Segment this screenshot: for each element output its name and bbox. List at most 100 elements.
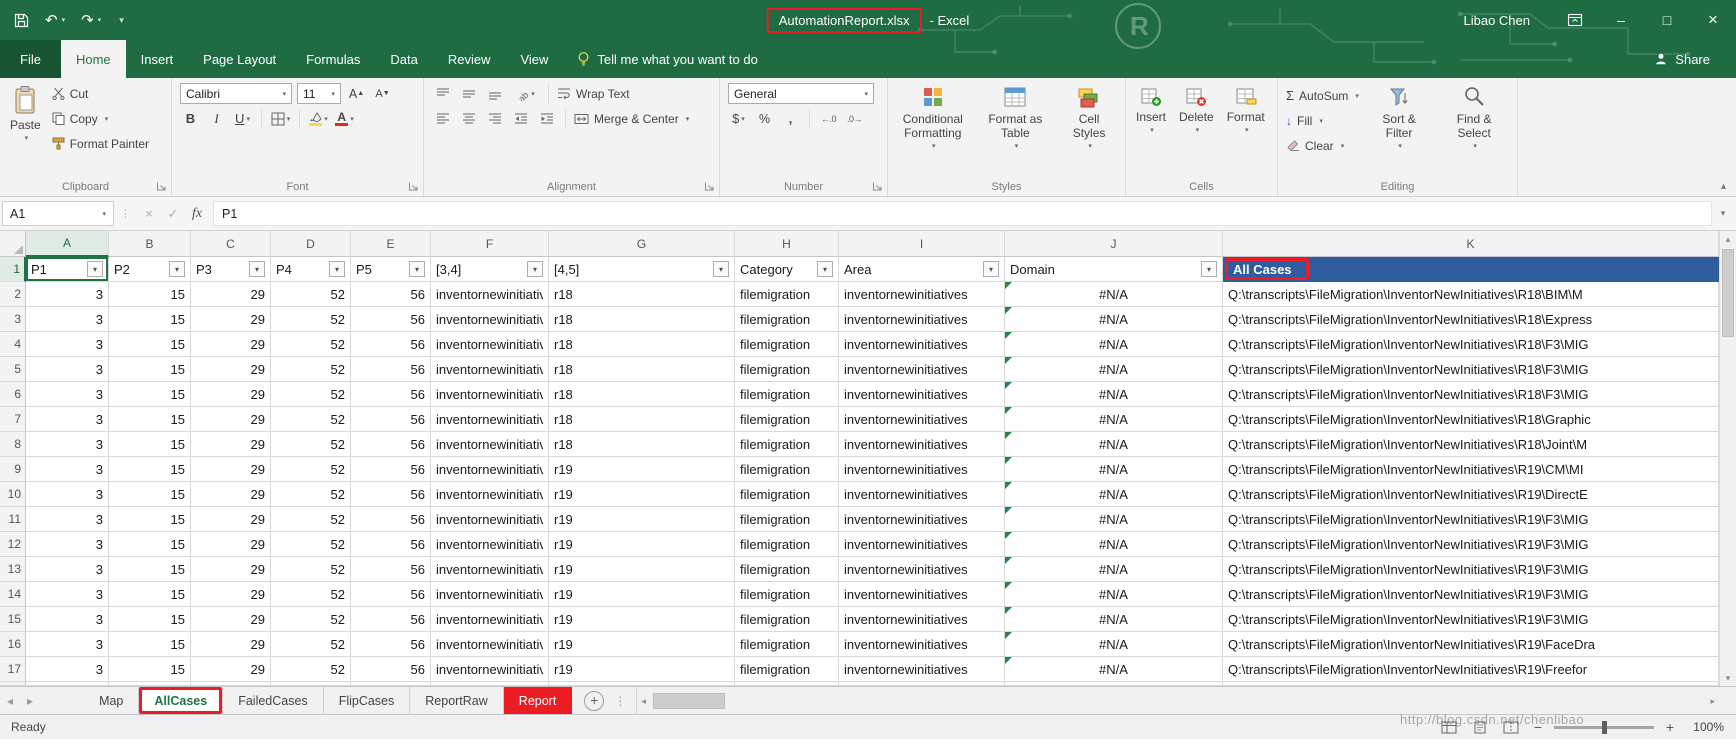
insert-function-icon[interactable]: fx (185, 206, 209, 222)
tab-formulas[interactable]: Formulas (291, 40, 375, 78)
row-header-16[interactable]: 16 (0, 632, 26, 657)
column-header-F[interactable]: F (431, 231, 549, 257)
cell-A7[interactable]: 3 (26, 407, 109, 432)
find-select-button[interactable]: Find & Select▾ (1436, 82, 1512, 154)
vertical-scrollbar[interactable]: ▴ ▾ (1719, 231, 1736, 686)
cell-H14[interactable]: filemigration (735, 582, 839, 607)
cell-F7[interactable]: inventornewinitiatives (431, 407, 549, 432)
cell-A2[interactable]: 3 (26, 282, 109, 307)
cell-E4[interactable]: 56 (351, 332, 431, 357)
row-header-10[interactable]: 10 (0, 482, 26, 507)
conditional-formatting-button[interactable]: Conditional Formatting▾ (893, 82, 973, 154)
cell-I12[interactable]: inventornewinitiatives (839, 532, 1005, 557)
cell-K14[interactable]: Q:\transcripts\FileMigration\InventorNew… (1223, 582, 1719, 607)
cell-C17[interactable]: 29 (191, 657, 271, 682)
tab-file[interactable]: File (0, 40, 61, 78)
cell-D13[interactable]: 52 (271, 557, 351, 582)
bold-button[interactable]: B (180, 109, 201, 129)
scroll-left-icon[interactable]: ◂ (641, 695, 646, 707)
horizontal-scrollbar-track[interactable] (649, 693, 1708, 709)
cell-E12[interactable]: 56 (351, 532, 431, 557)
percent-style-button[interactable]: % (754, 109, 775, 129)
row-header-7[interactable]: 7 (0, 407, 26, 432)
collapse-ribbon-button[interactable]: ▴ (1721, 181, 1726, 192)
cell-E7[interactable]: 56 (351, 407, 431, 432)
cell-D17[interactable]: 52 (271, 657, 351, 682)
cell-B13[interactable]: 15 (109, 557, 191, 582)
cell-H11[interactable]: filemigration (735, 507, 839, 532)
number-format-select[interactable]: General▾ (728, 83, 874, 104)
column-header-H[interactable]: H (735, 231, 839, 257)
align-left-icon[interactable] (432, 109, 453, 129)
cell-C10[interactable]: 29 (191, 482, 271, 507)
normal-view-icon[interactable] (1438, 718, 1460, 736)
cell-B1[interactable]: P2▾ (109, 257, 191, 282)
wrap-text-button[interactable]: Wrap Text (557, 82, 630, 105)
cell-A17[interactable]: 3 (26, 657, 109, 682)
cell-K4[interactable]: Q:\transcripts\FileMigration\InventorNew… (1223, 332, 1719, 357)
tab-page-layout[interactable]: Page Layout (188, 40, 291, 78)
cell-J10[interactable]: #N/A (1005, 482, 1223, 507)
cell-K13[interactable]: Q:\transcripts\FileMigration\InventorNew… (1223, 557, 1719, 582)
column-header-I[interactable]: I (839, 231, 1005, 257)
bottom-align-icon[interactable] (484, 84, 505, 104)
tab-view[interactable]: View (505, 40, 563, 78)
cell-J12[interactable]: #N/A (1005, 532, 1223, 557)
column-header-J[interactable]: J (1005, 231, 1223, 257)
row-header-5[interactable]: 5 (0, 357, 26, 382)
maximize-button[interactable]: □ (1644, 0, 1690, 40)
cell-D3[interactable]: 52 (271, 307, 351, 332)
cell-H2[interactable]: filemigration (735, 282, 839, 307)
row-header-4[interactable]: 4 (0, 332, 26, 357)
cell-C11[interactable]: 29 (191, 507, 271, 532)
fill-button[interactable]: ↓Fill▾ (1283, 109, 1362, 132)
cell-C14[interactable]: 29 (191, 582, 271, 607)
cell-E3[interactable]: 56 (351, 307, 431, 332)
sheet-tab-Report[interactable]: Report (504, 687, 573, 714)
cell-A5[interactable]: 3 (26, 357, 109, 382)
cell-D8[interactable]: 52 (271, 432, 351, 457)
font-color-button[interactable]: A▾ (334, 109, 355, 129)
cell-G16[interactable]: r19 (549, 632, 735, 657)
cell-E8[interactable]: 56 (351, 432, 431, 457)
scroll-right-icon[interactable]: ▸ (1710, 695, 1715, 707)
cell-K5[interactable]: Q:\transcripts\FileMigration\InventorNew… (1223, 357, 1719, 382)
cell-D2[interactable]: 52 (271, 282, 351, 307)
cell-C15[interactable]: 29 (191, 607, 271, 632)
cell-C16[interactable]: 29 (191, 632, 271, 657)
cell-G13[interactable]: r19 (549, 557, 735, 582)
cell-K3[interactable]: Q:\transcripts\FileMigration\InventorNew… (1223, 307, 1719, 332)
alignment-dialog-launcher[interactable] (704, 181, 716, 193)
cell-K12[interactable]: Q:\transcripts\FileMigration\InventorNew… (1223, 532, 1719, 557)
cell-D6[interactable]: 52 (271, 382, 351, 407)
cell-G7[interactable]: r18 (549, 407, 735, 432)
row-header-9[interactable]: 9 (0, 457, 26, 482)
column-header-G[interactable]: G (549, 231, 735, 257)
cell-F2[interactable]: inventornewinitiatives (431, 282, 549, 307)
cell-H16[interactable]: filemigration (735, 632, 839, 657)
filter-dropdown-H1[interactable]: ▾ (817, 261, 833, 277)
cell-C9[interactable]: 29 (191, 457, 271, 482)
cell-G17[interactable]: r19 (549, 657, 735, 682)
cell-I15[interactable]: inventornewinitiatives (839, 607, 1005, 632)
sheet-tab-ReportRaw[interactable]: ReportRaw (410, 687, 504, 714)
cell-I2[interactable]: inventornewinitiatives (839, 282, 1005, 307)
cell-K11[interactable]: Q:\transcripts\FileMigration\InventorNew… (1223, 507, 1719, 532)
cell-C2[interactable]: 29 (191, 282, 271, 307)
cell-B15[interactable]: 15 (109, 607, 191, 632)
cell-J8[interactable]: #N/A (1005, 432, 1223, 457)
cell-B7[interactable]: 15 (109, 407, 191, 432)
cell-J2[interactable]: #N/A (1005, 282, 1223, 307)
zoom-level[interactable]: 100% (1686, 720, 1724, 734)
formula-bar-expand-icon[interactable]: ▾ (1712, 208, 1734, 219)
cell-I8[interactable]: inventornewinitiatives (839, 432, 1005, 457)
cell-G5[interactable]: r18 (549, 357, 735, 382)
filter-dropdown-B1[interactable]: ▾ (169, 261, 185, 277)
cell-I13[interactable]: inventornewinitiatives (839, 557, 1005, 582)
cell-D11[interactable]: 52 (271, 507, 351, 532)
cell-F13[interactable]: inventornewinitiatives (431, 557, 549, 582)
cell-I3[interactable]: inventornewinitiatives (839, 307, 1005, 332)
cell-F11[interactable]: inventornewinitiatives (431, 507, 549, 532)
zoom-slider-thumb[interactable] (1602, 721, 1607, 734)
filter-dropdown-F1[interactable]: ▾ (527, 261, 543, 277)
